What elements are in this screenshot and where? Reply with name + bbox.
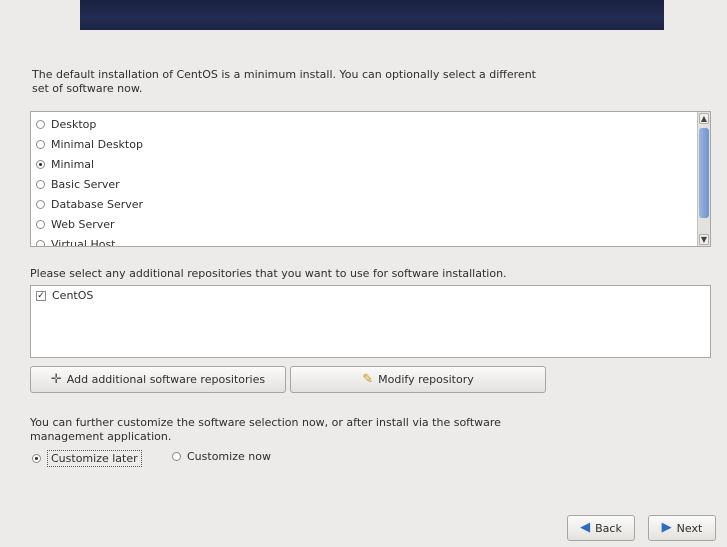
edit-icon: ✎	[362, 371, 374, 387]
install-options-list[interactable]: Desktop Minimal Desktop Minimal Basic Se…	[30, 111, 711, 247]
option-label: Minimal Desktop	[51, 137, 143, 151]
repo-item-centos[interactable]: ✓ CentOS	[36, 289, 93, 302]
intro-text: The default installation of CentOS is a …	[32, 68, 536, 95]
back-label: Back	[595, 521, 622, 535]
scroll-up-icon[interactable]: ▲	[699, 113, 709, 124]
customize-now-label: Customize now	[187, 450, 271, 463]
radio-icon[interactable]	[36, 219, 45, 229]
radio-selected-icon[interactable]	[32, 454, 41, 463]
repository-list[interactable]: ✓ CentOS	[30, 285, 711, 358]
repo-label: CentOS	[52, 289, 94, 302]
modify-repository-label: Modify repository	[378, 373, 474, 386]
modify-repository-button[interactable]: ✎ Modify repository	[290, 366, 546, 393]
option-minimal-desktop[interactable]: Minimal Desktop	[36, 136, 143, 152]
options-scrollbar[interactable]: ▲ ▼	[697, 112, 710, 246]
radio-icon[interactable]	[36, 139, 45, 149]
option-web-server[interactable]: Web Server	[36, 216, 115, 232]
radio-selected-icon[interactable]	[36, 159, 45, 169]
customize-now-option[interactable]: Customize now	[172, 450, 271, 463]
arrow-left-icon: ◀	[580, 520, 591, 535]
back-button[interactable]: ◀ Back	[567, 515, 635, 541]
option-label: Virtual Host	[51, 237, 116, 247]
option-desktop[interactable]: Desktop	[36, 116, 96, 132]
option-label: Database Server	[51, 197, 144, 211]
radio-icon[interactable]	[36, 239, 45, 246]
add-repositories-label: Add additional software repositories	[66, 373, 266, 386]
repo-prompt: Please select any additional repositorie…	[30, 267, 507, 280]
plus-icon: ✛	[50, 371, 62, 387]
option-label: Basic Server	[51, 177, 120, 191]
option-database-server[interactable]: Database Server	[36, 196, 143, 212]
checkbox-checked-icon[interactable]: ✓	[36, 290, 46, 301]
add-repositories-button[interactable]: ✛ Add additional software repositories	[30, 366, 286, 393]
customize-text: You can further customize the software s…	[30, 416, 501, 443]
customize-later-option[interactable]: Customize later	[32, 450, 142, 467]
option-virtual-host[interactable]: Virtual Host	[36, 236, 116, 247]
radio-icon[interactable]	[36, 179, 45, 189]
radio-icon[interactable]	[36, 119, 45, 129]
scroll-thumb[interactable]	[699, 128, 709, 218]
option-label: Minimal	[51, 157, 95, 171]
option-minimal[interactable]: Minimal	[36, 156, 94, 172]
next-label: Next	[676, 521, 703, 535]
option-basic-server[interactable]: Basic Server	[36, 176, 120, 192]
arrow-right-icon: ▶	[661, 520, 672, 535]
header-banner	[80, 0, 664, 30]
option-label: Desktop	[51, 117, 97, 131]
customize-later-label: Customize later	[47, 450, 142, 467]
radio-icon[interactable]	[36, 199, 45, 209]
next-button[interactable]: ▶ Next	[648, 515, 716, 541]
option-label: Web Server	[51, 217, 115, 231]
scroll-down-icon[interactable]: ▼	[699, 234, 709, 245]
radio-icon[interactable]	[172, 452, 181, 461]
